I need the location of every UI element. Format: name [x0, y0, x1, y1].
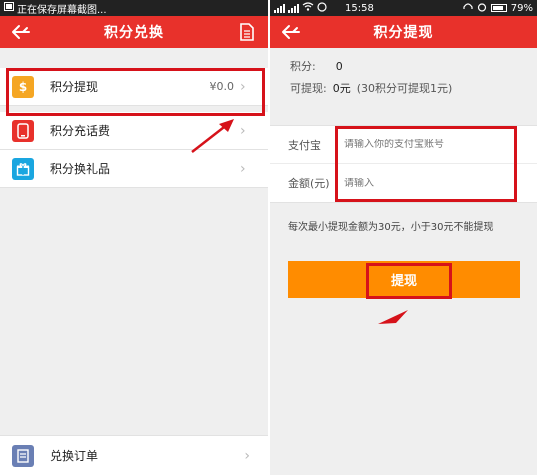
- points-value: 0: [335, 60, 343, 73]
- screenshot-icon: [4, 2, 14, 14]
- gift-icon: [12, 157, 34, 180]
- alarm-icon: [477, 2, 487, 15]
- alipay-row: 支付宝: [270, 126, 537, 164]
- withdraw-value: 0元: [332, 82, 351, 95]
- submit-label: 提现: [390, 274, 417, 289]
- amount-input[interactable]: [344, 177, 494, 189]
- screenshot-composite: 正在保存屏幕截图... 积分兑换 $ 积分提现 ¥0.0 › 积分充话费 › 积…: [0, 0, 537, 475]
- signal-icon: [288, 3, 299, 13]
- withdraw-form: 支付宝 金额(元): [270, 125, 537, 203]
- withdraw-label: 可提现:: [290, 82, 327, 95]
- status-bar: 正在保存屏幕截图...: [0, 0, 268, 16]
- status-text: 正在保存屏幕截图...: [17, 4, 107, 16]
- svg-text:$: $: [19, 80, 27, 94]
- chevron-right-icon: ›: [244, 447, 250, 464]
- page-title: 积分提现: [373, 25, 434, 41]
- document-button[interactable]: [240, 23, 254, 41]
- alipay-account-input[interactable]: [344, 139, 494, 150]
- back-button[interactable]: [10, 22, 32, 42]
- notification-icon: [317, 1, 327, 15]
- menu-item-label: 积分换礼品: [50, 162, 111, 176]
- points-label: 积分:: [290, 60, 316, 73]
- page-title: 积分兑换: [104, 25, 164, 41]
- amount-label: 金额(元): [288, 177, 330, 190]
- document-icon: [240, 23, 254, 41]
- points-withdraw-screen: 15:58 79% 积分提现 积分: 0 可提现: 0元 (30积分可提现1元)…: [270, 0, 537, 475]
- back-arrow-icon: [282, 25, 300, 39]
- amount-row: 金额(元): [270, 164, 537, 202]
- headset-icon: [463, 2, 473, 15]
- order-list-icon: [12, 444, 34, 467]
- menu-item-label: 积分充话费: [50, 124, 111, 138]
- dollar-coin-icon: $: [12, 75, 34, 98]
- back-button[interactable]: [280, 22, 302, 42]
- chevron-right-icon: ›: [240, 78, 246, 95]
- status-bar: 15:58 79%: [270, 0, 537, 16]
- chevron-right-icon: ›: [240, 160, 246, 177]
- phone-icon: [12, 119, 34, 142]
- menu-item-gifts[interactable]: 积分换礼品 ›: [0, 150, 268, 188]
- points-exchange-screen: 正在保存屏幕截图... 积分兑换 $ 积分提现 ¥0.0 › 积分充话费 › 积…: [0, 0, 268, 475]
- menu-item-label: 积分提现: [50, 80, 99, 94]
- battery-level: 79%: [510, 2, 533, 14]
- points-info: 积分: 0 可提现: 0元 (30积分可提现1元): [270, 48, 537, 100]
- withdraw-note: (30积分可提现1元): [356, 82, 453, 95]
- back-arrow-icon: [12, 25, 30, 39]
- title-bar: 积分提现: [270, 16, 537, 48]
- withdraw-submit-button[interactable]: 提现: [288, 261, 520, 298]
- battery-icon: [490, 4, 507, 12]
- menu-item-label: 兑换订单: [50, 449, 99, 463]
- wifi-icon: [302, 2, 314, 14]
- balance-value: ¥0.0: [209, 80, 235, 93]
- chevron-right-icon: ›: [240, 122, 246, 139]
- min-withdraw-tip: 每次最小提现金额为30元，小于30元不能提现: [288, 222, 494, 233]
- menu-item-recharge[interactable]: 积分充话费 ›: [0, 112, 268, 150]
- status-time: 15:58: [345, 2, 374, 14]
- alipay-label: 支付宝: [288, 138, 321, 152]
- annotation-arrow-icon: [378, 310, 408, 324]
- menu-item-withdraw[interactable]: $ 积分提现 ¥0.0 ›: [0, 68, 268, 106]
- menu-item-orders[interactable]: 兑换订单 ›: [0, 435, 268, 475]
- title-bar: 积分兑换: [0, 16, 268, 48]
- signal-icon: [274, 3, 285, 13]
